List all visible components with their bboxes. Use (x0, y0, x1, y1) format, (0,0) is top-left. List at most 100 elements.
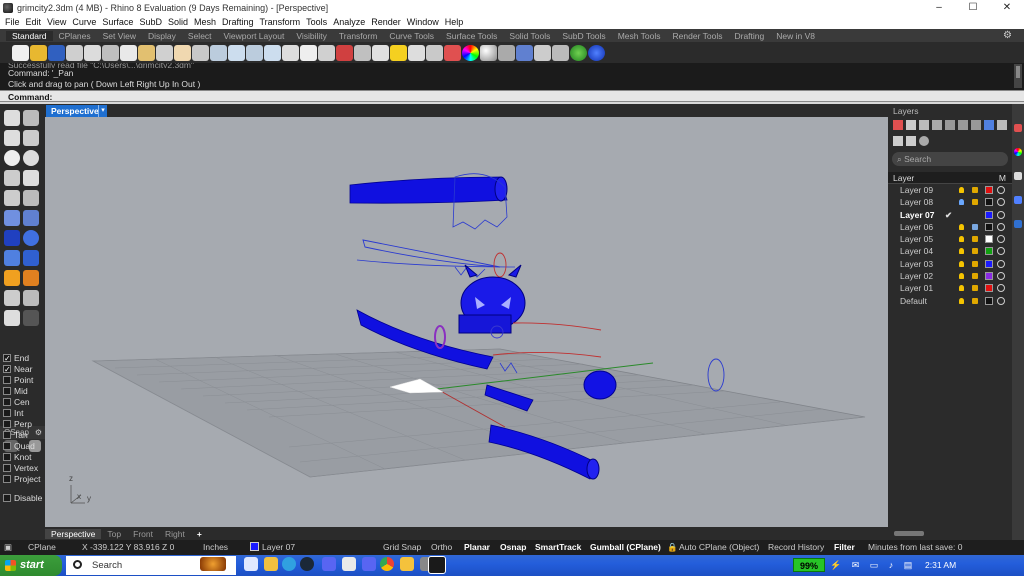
layer-color-swatch[interactable] (985, 272, 993, 281)
tree-view-icon[interactable] (893, 135, 903, 146)
layer-lock-icon[interactable] (972, 223, 978, 230)
properties-icon[interactable] (84, 44, 101, 61)
tab-set-view[interactable]: Set View (97, 31, 142, 41)
osnap-checkbox[interactable] (3, 452, 11, 461)
zoom-selected-icon[interactable] (264, 44, 281, 61)
osnap-checkbox[interactable]: ✓ (3, 353, 11, 362)
delete-layer-icon[interactable] (919, 120, 929, 130)
move-out-icon[interactable] (971, 120, 981, 130)
osnap-item-knot[interactable]: Knot (3, 451, 32, 462)
battery-indicator[interactable]: 99% (793, 558, 825, 572)
polyline-icon[interactable] (4, 130, 20, 146)
osnap-item-cen[interactable]: Cen (3, 396, 30, 407)
more-tools-icon[interactable] (23, 310, 39, 326)
side-tab-render-icon[interactable] (1014, 172, 1022, 180)
tab-viewport-layout[interactable]: Viewport Layout (218, 31, 291, 41)
move-icon[interactable] (354, 44, 371, 61)
grid-snap-toggle[interactable]: Grid Snap (383, 540, 421, 555)
subd-icon[interactable] (23, 250, 39, 266)
record-history-toggle[interactable]: Record History (768, 540, 824, 555)
layer-row[interactable]: Default (888, 295, 1012, 307)
color-wheel-icon[interactable] (462, 44, 479, 61)
arc-icon[interactable] (4, 170, 20, 186)
osnap-checkbox[interactable] (3, 419, 11, 428)
car-shaded-icon[interactable] (336, 44, 353, 61)
taskbar-rhino-icon[interactable] (428, 556, 446, 574)
trim-icon[interactable] (23, 290, 39, 306)
menu-surface[interactable]: Surface (99, 17, 136, 27)
layer-material-icon[interactable] (997, 210, 1005, 219)
current-layer-indicator[interactable]: Layer 07 (250, 540, 295, 555)
osnap-checkbox[interactable] (3, 430, 11, 439)
visibility-lightbulb-icon[interactable] (959, 248, 964, 255)
visibility-lightbulb-icon[interactable] (959, 285, 964, 292)
new-layer-icon[interactable] (893, 120, 903, 130)
tab-mesh-tools[interactable]: Mesh Tools (612, 31, 667, 41)
minimize-button[interactable]: – (922, 0, 956, 15)
print-icon[interactable] (66, 44, 83, 61)
layers-scrollbar[interactable] (894, 531, 924, 536)
circle-icon[interactable] (4, 150, 20, 166)
osnap-item-project[interactable]: Project (3, 473, 40, 484)
select-icon[interactable] (372, 44, 389, 61)
viewport-dropdown-icon[interactable]: ▾ (98, 105, 107, 117)
taskbar-folder-icon[interactable] (400, 557, 414, 571)
osnap-item-point[interactable]: Point (3, 374, 33, 385)
layer-lock-icon[interactable] (972, 260, 978, 267)
move-layer-icon[interactable] (932, 120, 942, 130)
layer-color-swatch[interactable] (985, 210, 993, 219)
layer-material-icon[interactable] (997, 272, 1005, 281)
menu-analyze[interactable]: Analyze (330, 17, 368, 27)
auto-cplane-toggle[interactable]: Auto CPlane (Object) (679, 540, 759, 555)
layer-row[interactable]: Layer 01 (888, 282, 1012, 294)
layer-material-icon[interactable] (997, 186, 1005, 194)
menu-subd[interactable]: SubD (136, 17, 165, 27)
menu-file[interactable]: File (2, 17, 23, 27)
taskbar-discord-icon[interactable] (322, 557, 336, 571)
tab-curve-tools[interactable]: Curve Tools (383, 31, 440, 41)
undo-view-icon[interactable] (282, 44, 299, 61)
menu-drafting[interactable]: Drafting (219, 17, 257, 27)
zoom-icon[interactable] (210, 44, 227, 61)
tab-select[interactable]: Select (182, 31, 218, 41)
add-viewport-tab-button[interactable]: + (191, 529, 208, 539)
move-down-icon[interactable] (958, 120, 968, 130)
layer-lock-icon[interactable] (972, 187, 978, 193)
tab-cplanes[interactable]: CPlanes (53, 31, 97, 41)
osnap-checkbox[interactable] (3, 463, 11, 472)
visibility-lightbulb-icon[interactable] (959, 199, 964, 206)
layer-row[interactable]: Layer 03 (888, 258, 1012, 270)
tab-standard[interactable]: Standard (6, 30, 53, 41)
gumball-toggle[interactable]: Gumball (CPlane) (590, 540, 661, 555)
menu-transform[interactable]: Transform (257, 17, 304, 27)
tab-visibility[interactable]: Visibility (290, 31, 333, 41)
osnap-checkbox[interactable] (3, 441, 11, 450)
visibility-lightbulb-icon[interactable] (959, 273, 964, 280)
menu-render[interactable]: Render (368, 17, 404, 27)
layer-material-icon[interactable] (997, 198, 1005, 207)
layer-row[interactable]: Layer 04 (888, 245, 1012, 257)
osnap-item-near[interactable]: ✓ Near (3, 363, 32, 374)
material-icon[interactable] (498, 44, 515, 61)
render-icon[interactable] (516, 44, 533, 61)
split-icon[interactable] (4, 290, 20, 306)
layer-material-icon[interactable] (997, 284, 1005, 293)
taskbar-app-icon[interactable] (342, 557, 356, 571)
taskbar-chrome-icon[interactable] (380, 557, 394, 571)
layer-row[interactable]: Layer 05 (888, 233, 1012, 245)
osnap-checkbox[interactable] (3, 474, 11, 483)
menu-help[interactable]: Help (442, 17, 467, 27)
side-tab-properties-icon[interactable] (1014, 148, 1022, 156)
osnap-checkbox[interactable] (3, 408, 11, 417)
point-tool-icon[interactable] (23, 110, 39, 126)
taskbar-explorer-icon[interactable] (264, 557, 278, 571)
menu-curve[interactable]: Curve (69, 17, 99, 27)
layers-settings-gear-icon[interactable] (919, 135, 929, 146)
start-button[interactable]: start (0, 555, 62, 576)
layer-row[interactable]: Layer 08 (888, 196, 1012, 208)
cplane-toggle-icon[interactable]: ▣ (4, 540, 12, 555)
undo-icon[interactable] (156, 44, 173, 61)
zoom-window-icon[interactable] (228, 44, 245, 61)
viewport-label-perspective[interactable]: Perspective (46, 105, 104, 117)
taskbar-edge-icon[interactable] (282, 557, 296, 571)
